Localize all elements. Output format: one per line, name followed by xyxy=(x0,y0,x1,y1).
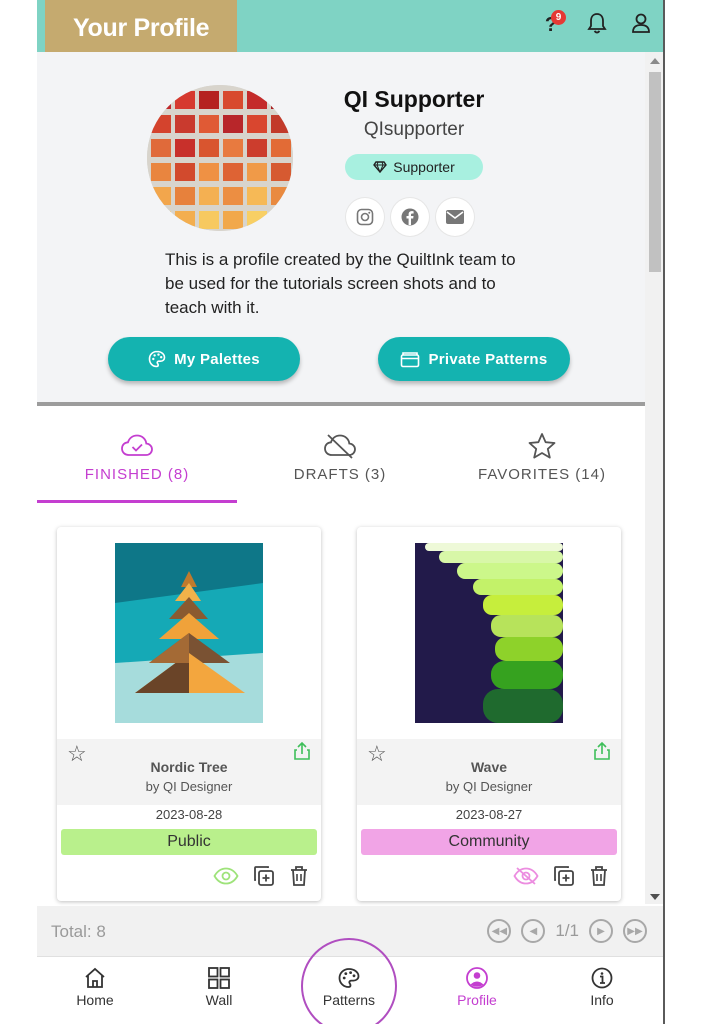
eye-icon[interactable] xyxy=(213,867,239,885)
notification-badge: 9 xyxy=(551,10,566,25)
pattern-thumbnail[interactable] xyxy=(115,543,263,723)
card-actions xyxy=(513,865,609,887)
top-bar: Your Profile ? 9 xyxy=(37,0,663,60)
app-window: Your Profile ? 9 QI Supporter QIsupporte… xyxy=(37,0,665,1024)
notifications-button[interactable] xyxy=(587,12,607,39)
trash-icon[interactable] xyxy=(589,865,609,887)
my-palettes-label: My Palettes xyxy=(174,350,260,368)
card-date: 2023-08-28 xyxy=(155,807,223,822)
card-title: Wave xyxy=(470,759,508,775)
total-count: Total: 8 xyxy=(51,922,106,941)
card-actions xyxy=(213,865,309,887)
tab-favorites-label: FAVORITES (14) xyxy=(478,466,606,483)
star-icon xyxy=(528,433,556,459)
pattern-card[interactable]: ☆ Nordic Tree by QI Designer 2023-08-28 … xyxy=(57,527,321,901)
eye-off-icon[interactable] xyxy=(513,866,539,886)
user-icon xyxy=(632,13,650,33)
cloud-check-icon xyxy=(121,434,153,456)
card-author: by QI Designer xyxy=(145,779,233,794)
profile-username: QIsupporter xyxy=(363,119,465,140)
my-palettes-button[interactable]: My Palettes xyxy=(108,337,300,381)
grid-icon xyxy=(208,967,230,989)
tab-drafts[interactable]: DRAFTS (3) xyxy=(270,432,410,483)
status-badge: Public xyxy=(61,829,317,855)
card-title: Nordic Tree xyxy=(150,759,228,775)
avatar xyxy=(147,85,293,231)
status-badge: Community xyxy=(361,829,617,855)
home-icon xyxy=(85,967,105,988)
profile-panel: QI Supporter QIsupporter Supporter This … xyxy=(37,52,645,404)
tab-favorites[interactable]: FAVORITES (14) xyxy=(467,432,617,483)
profile-icon xyxy=(466,967,488,989)
pattern-tabs: FINISHED (8) DRAFTS (3) FAVORITES (14) xyxy=(37,406,645,504)
supporter-badge-label: Supporter xyxy=(393,159,455,175)
last-page-icon[interactable]: ▶▶ xyxy=(623,919,647,943)
active-tab-indicator xyxy=(37,500,237,503)
nav-home-label: Home xyxy=(76,992,114,1008)
pattern-card[interactable]: ☆ Wave by QI Designer 2023-08-27 Communi… xyxy=(357,527,621,901)
profile-name: QI Supporter xyxy=(343,86,485,112)
instagram-icon xyxy=(356,208,374,226)
first-page-icon[interactable]: ◀◀ xyxy=(487,919,512,943)
duplicate-icon[interactable] xyxy=(253,865,275,887)
scrollbar[interactable] xyxy=(645,52,663,904)
nav-info-label: Info xyxy=(590,992,614,1008)
tab-finished[interactable]: FINISHED (8) xyxy=(67,432,207,483)
facebook-icon xyxy=(401,208,419,226)
tab-finished-label: FINISHED (8) xyxy=(84,466,190,483)
nav-info[interactable]: Info xyxy=(562,967,642,1008)
tab-drafts-label: DRAFTS (3) xyxy=(293,466,387,483)
scroll-thumb[interactable] xyxy=(649,72,661,272)
trash-icon[interactable] xyxy=(289,865,309,887)
diamond-icon xyxy=(373,161,388,173)
card-info: ☆ Nordic Tree by QI Designer xyxy=(57,739,321,805)
info-icon xyxy=(591,967,613,989)
facebook-button[interactable] xyxy=(391,198,429,236)
scroll-up-arrow-icon[interactable] xyxy=(650,58,660,64)
cloud-off-icon xyxy=(324,434,356,459)
nav-profile-label: Profile xyxy=(457,992,497,1008)
nav-wall[interactable]: Wall xyxy=(179,967,259,1008)
top-icons: ? 9 xyxy=(539,10,651,39)
nav-home[interactable]: Home xyxy=(55,967,135,1008)
private-patterns-button[interactable]: Private Patterns xyxy=(378,337,570,381)
card-date: 2023-08-27 xyxy=(455,807,523,822)
pattern-thumbnail[interactable] xyxy=(415,543,563,723)
private-patterns-label: Private Patterns xyxy=(428,350,548,368)
share-icon xyxy=(594,741,610,760)
nav-wall-label: Wall xyxy=(205,992,233,1008)
pagination: ◀◀ ◀ 1/1 ▶ ▶▶ xyxy=(487,919,647,943)
share-icon xyxy=(294,741,310,760)
patterns-highlight-circle xyxy=(301,938,397,1024)
card-info: ☆ Wave by QI Designer xyxy=(357,739,621,805)
card-author: by QI Designer xyxy=(445,779,533,794)
email-icon xyxy=(446,210,464,224)
previous-page-icon[interactable]: ◀ xyxy=(521,919,546,943)
nav-profile[interactable]: Profile xyxy=(437,967,517,1008)
bell-icon xyxy=(587,13,607,34)
email-button[interactable] xyxy=(436,198,474,236)
instagram-button[interactable] xyxy=(346,198,384,236)
folder-icon xyxy=(401,352,420,368)
page-indicator: 1/1 xyxy=(555,921,579,940)
next-page-icon[interactable]: ▶ xyxy=(589,919,613,943)
supporter-badge: Supporter xyxy=(345,154,483,180)
scroll-down-arrow-icon[interactable] xyxy=(650,894,660,900)
profile-bio: This is a profile created by the QuiltIn… xyxy=(165,250,516,317)
help-button[interactable]: ? 9 xyxy=(539,10,566,37)
social-links xyxy=(346,198,474,236)
page-title: Your Profile xyxy=(73,14,210,42)
duplicate-icon[interactable] xyxy=(553,865,575,887)
account-button[interactable] xyxy=(631,12,651,39)
palette-icon xyxy=(148,350,166,368)
